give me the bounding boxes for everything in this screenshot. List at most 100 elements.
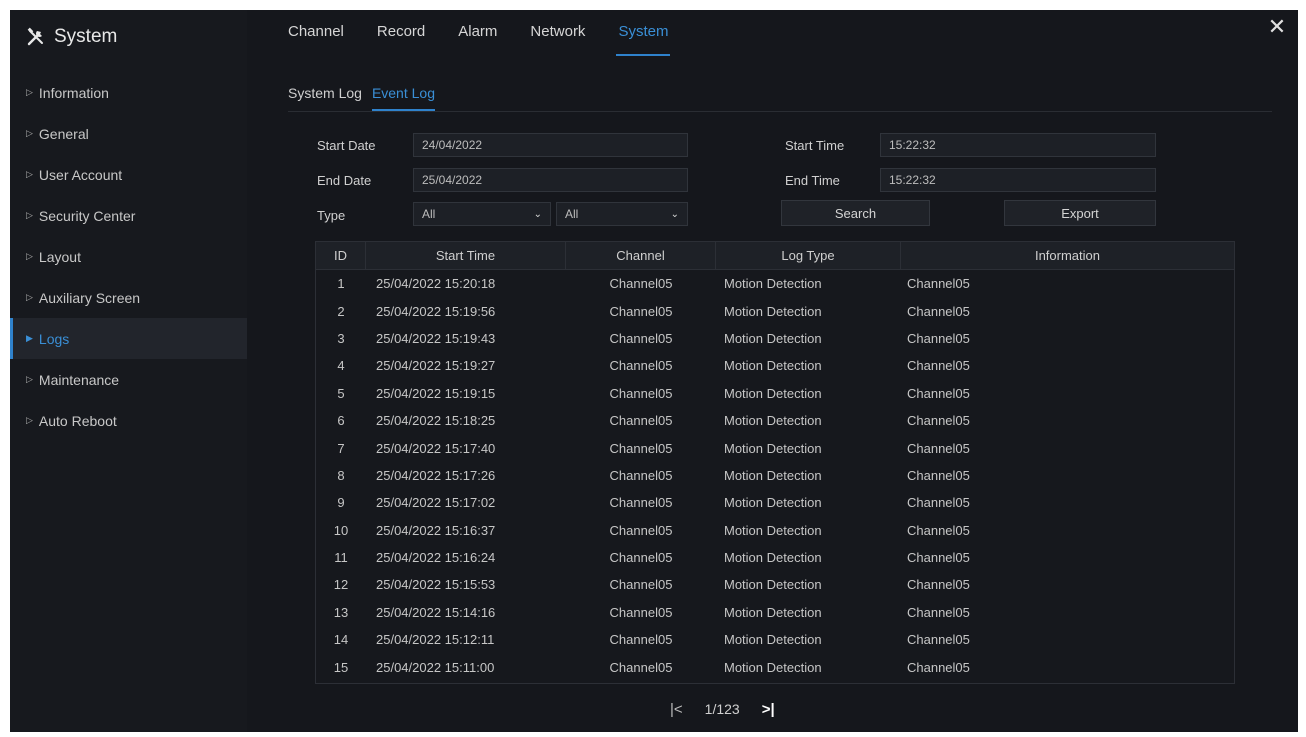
cell-start-time: 25/04/2022 15:18:25 [376, 413, 496, 429]
cell-id: 3 [337, 330, 345, 346]
cell-log-type: Motion Detection [724, 276, 822, 292]
sidebar-item-maintenance[interactable]: ▷ Maintenance [10, 359, 247, 400]
table-row[interactable]: 14 25/04/2022 15:12:11 Channel05 Motion Det… [316, 626, 1234, 653]
cell-channel: Channel05 [609, 632, 673, 648]
triangle-right-icon: ▷ [26, 292, 33, 302]
triangle-right-icon: ▷ [26, 87, 33, 97]
table-row[interactable]: 4 25/04/2022 15:19:27 Channel05 Motion Dete… [316, 352, 1234, 379]
cell-id: 11 [334, 550, 348, 566]
end-date-label: End Date [317, 173, 372, 188]
tab-system[interactable]: System [608, 10, 678, 60]
cell-channel: Channel05 [609, 522, 673, 538]
table-row[interactable]: 2 25/04/2022 15:19:56 Channel05 Motion Dete… [316, 297, 1234, 324]
table-row[interactable]: 7 25/04/2022 15:17:40 Channel05 Motion Dete… [316, 434, 1234, 461]
type-select-secondary[interactable]: All ⌄ [556, 202, 688, 226]
system-settings-window: System ▷ Information ▷ General ▷ User Accou… [10, 10, 1298, 732]
table-row[interactable]: 3 25/04/2022 15:19:43 Channel05 Motion Dete… [316, 325, 1234, 352]
cell-log-type: Motion Detection [724, 330, 822, 346]
cell-information: Channel05 [907, 440, 970, 456]
table-row[interactable]: 1 25/04/2022 15:20:18 Channel05 Motion Dete… [316, 270, 1234, 297]
cell-channel: Channel05 [609, 413, 673, 429]
cell-channel: Channel05 [609, 330, 673, 346]
tab-system-log[interactable]: System Log [288, 85, 362, 111]
tab-network[interactable]: Network [520, 10, 595, 60]
close-icon[interactable]: ✕ [1266, 16, 1288, 38]
sidebar-item-label: User Account [38, 166, 123, 183]
table-row[interactable]: 12 25/04/2022 15:15:53 Channel05 Motion Det… [316, 571, 1234, 598]
cell-start-time: 25/04/2022 15:14:16 [376, 604, 496, 620]
triangle-right-icon: ▷ [26, 374, 33, 384]
table-row[interactable]: 15 25/04/2022 15:11:00 Channel05 Motion Det… [316, 653, 1234, 680]
cell-start-time: 25/04/2022 15:12:11 [376, 632, 495, 648]
cell-log-type: Motion Detection [724, 440, 822, 456]
cell-information: Channel05 [907, 495, 970, 511]
cell-information: Channel05 [907, 413, 970, 429]
cell-channel: Channel05 [609, 303, 673, 319]
column-header-id: ID [316, 242, 366, 269]
sidebar-item-auxiliary-screen[interactable]: ▷ Auxiliary Screen [10, 277, 247, 318]
table-row[interactable]: 10 25/04/2022 15:16:37 Channel05 Motion Det… [316, 517, 1234, 544]
cell-start-time: 25/04/2022 15:16:24 [376, 550, 496, 566]
table-row[interactable]: 11 25/04/2022 15:16:24 Channel05 Motion Det… [316, 544, 1234, 571]
cell-start-time: 25/04/2022 15:16:37 [376, 522, 496, 538]
app-brand: System [26, 22, 117, 52]
triangle-right-icon: ▷ [26, 251, 33, 261]
cell-start-time: 25/04/2022 15:20:18 [376, 276, 496, 292]
table-row[interactable]: 13 25/04/2022 15:14:16 Channel05 Motion Det… [316, 599, 1234, 626]
last-page-icon[interactable]: >| [762, 701, 775, 718]
column-header-start-time: Start Time [366, 242, 566, 269]
sidebar-item-layout[interactable]: ▷ Layout [10, 236, 247, 277]
sidebar-menu: ▷ Information ▷ General ▷ User Account ▷ Sec… [10, 72, 247, 441]
end-time-input[interactable] [880, 168, 1156, 192]
log-subtabs: System Log Event Log [288, 85, 1272, 112]
sidebar-item-label: General [38, 125, 89, 142]
cell-start-time: 25/04/2022 15:11:00 [376, 659, 495, 675]
cell-information: Channel05 [907, 659, 970, 675]
table-row[interactable]: 9 25/04/2022 15:17:02 Channel05 Motion Dete… [316, 489, 1234, 516]
sidebar-item-security-center[interactable]: ▷ Security Center [10, 195, 247, 236]
type-select-value: All [422, 207, 436, 221]
first-page-icon[interactable]: |< [670, 701, 683, 718]
tab-event-log[interactable]: Event Log [371, 85, 435, 111]
cell-log-type: Motion Detection [724, 632, 822, 648]
cell-log-type: Motion Detection [724, 550, 822, 566]
cell-id: 7 [337, 440, 345, 456]
sidebar: System ▷ Information ▷ General ▷ User Accou… [10, 10, 247, 732]
start-date-input[interactable] [413, 133, 688, 157]
triangle-right-icon: ▷ [26, 415, 33, 425]
table-row[interactable]: 6 25/04/2022 15:18:25 Channel05 Motion Dete… [316, 407, 1234, 434]
cell-id: 13 [333, 604, 349, 620]
sidebar-item-auto-reboot[interactable]: ▷ Auto Reboot [10, 400, 247, 441]
chevron-down-icon: ⌄ [670, 208, 679, 220]
cell-information: Channel05 [907, 467, 970, 483]
sidebar-item-user-account[interactable]: ▷ User Account [10, 154, 247, 195]
sidebar-item-label: Auxiliary Screen [38, 289, 141, 306]
sidebar-item-general[interactable]: ▷ General [10, 113, 247, 154]
table-row[interactable]: 5 25/04/2022 15:19:15 Channel05 Motion Dete… [316, 380, 1234, 407]
cell-id: 1 [337, 276, 345, 292]
table-row[interactable]: 8 25/04/2022 15:17:26 Channel05 Motion Dete… [316, 462, 1234, 489]
search-button[interactable]: Search [781, 200, 930, 226]
tab-alarm[interactable]: Alarm [448, 10, 507, 60]
column-header-information: Information [1034, 248, 1101, 263]
export-button[interactable]: Export [1004, 200, 1156, 226]
cell-channel: Channel05 [609, 659, 673, 675]
cell-channel: Channel05 [609, 467, 673, 483]
cell-start-time: 25/04/2022 15:19:15 [376, 385, 496, 401]
table-body: 1 25/04/2022 15:20:18 Channel05 Motion Dete… [316, 270, 1234, 681]
cell-channel: Channel05 [609, 577, 673, 593]
cell-start-time: 25/04/2022 15:15:53 [376, 577, 496, 593]
sidebar-item-information[interactable]: ▷ Information [10, 72, 247, 113]
type-label: Type [317, 208, 346, 223]
cell-id: 5 [337, 385, 345, 401]
chevron-down-icon: ⌄ [533, 208, 542, 220]
type-select-primary[interactable]: All ⌄ [413, 202, 551, 226]
cell-log-type: Motion Detection [724, 303, 822, 319]
tab-channel[interactable]: Channel [278, 10, 354, 60]
cell-information: Channel05 [907, 604, 970, 620]
start-time-input[interactable] [880, 133, 1156, 157]
sidebar-item-logs[interactable]: ▶ Logs [10, 318, 247, 359]
end-date-input[interactable] [413, 168, 688, 192]
column-header-log-type: Log Type [716, 242, 901, 269]
tab-record[interactable]: Record [367, 10, 435, 60]
